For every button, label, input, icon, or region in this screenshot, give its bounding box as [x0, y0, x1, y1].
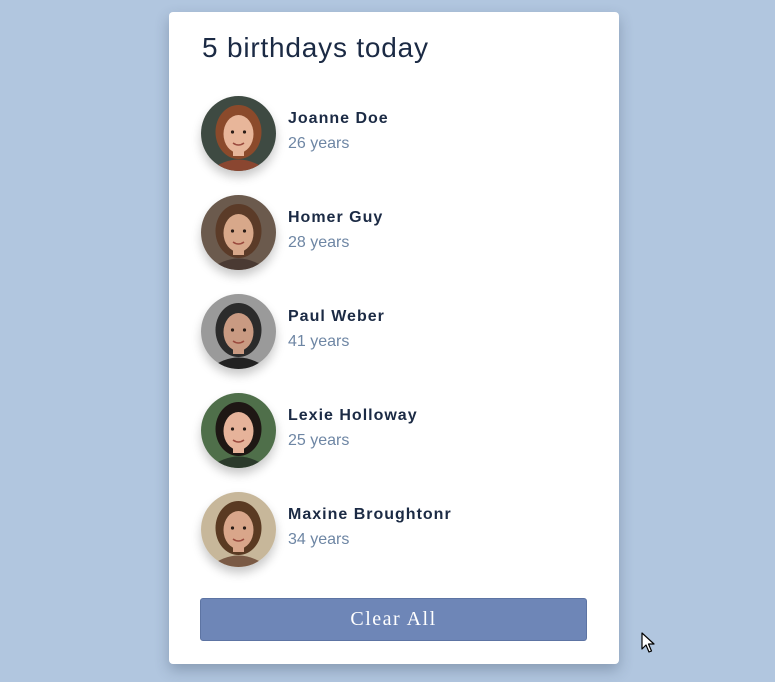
person-name: Maxine Broughtonr: [288, 506, 452, 523]
person-name: Lexie Holloway: [288, 407, 418, 424]
avatar: [201, 294, 276, 369]
list-item: Joanne Doe 26 years: [201, 96, 591, 195]
list-item: Homer Guy 28 years: [201, 195, 591, 294]
page-title: 5 birthdays today: [202, 32, 429, 63]
portrait-woman-red-hair-icon: [201, 96, 276, 171]
clear-all-button[interactable]: Clear All: [200, 598, 587, 641]
person-name: Joanne Doe: [288, 110, 389, 127]
list-item: Paul Weber 41 years: [201, 294, 591, 393]
avatar: [201, 96, 276, 171]
person-name: Paul Weber: [288, 308, 385, 325]
birthday-list: Joanne Doe 26 years Homer Guy 28 years P…: [201, 96, 591, 591]
person-age: 34 years: [288, 531, 350, 548]
avatar: [201, 195, 276, 270]
person-age: 26 years: [288, 135, 350, 152]
person-age: 41 years: [288, 333, 350, 350]
avatar: [201, 393, 276, 468]
person-name: Homer Guy: [288, 209, 384, 226]
portrait-woman-dark-hair-icon: [201, 393, 276, 468]
list-item: Lexie Holloway 25 years: [201, 393, 591, 492]
mouse-cursor-icon: [641, 632, 655, 653]
portrait-man-glasses-icon: [201, 294, 276, 369]
person-age: 25 years: [288, 432, 350, 449]
birthday-card: 5 birthdays today Joanne Doe 26 years Ho…: [169, 12, 619, 664]
list-item: Maxine Broughtonr 34 years: [201, 492, 591, 591]
portrait-woman-curly-hair-icon: [201, 492, 276, 567]
portrait-young-man-icon: [201, 195, 276, 270]
avatar: [201, 492, 276, 567]
person-age: 28 years: [288, 234, 350, 251]
